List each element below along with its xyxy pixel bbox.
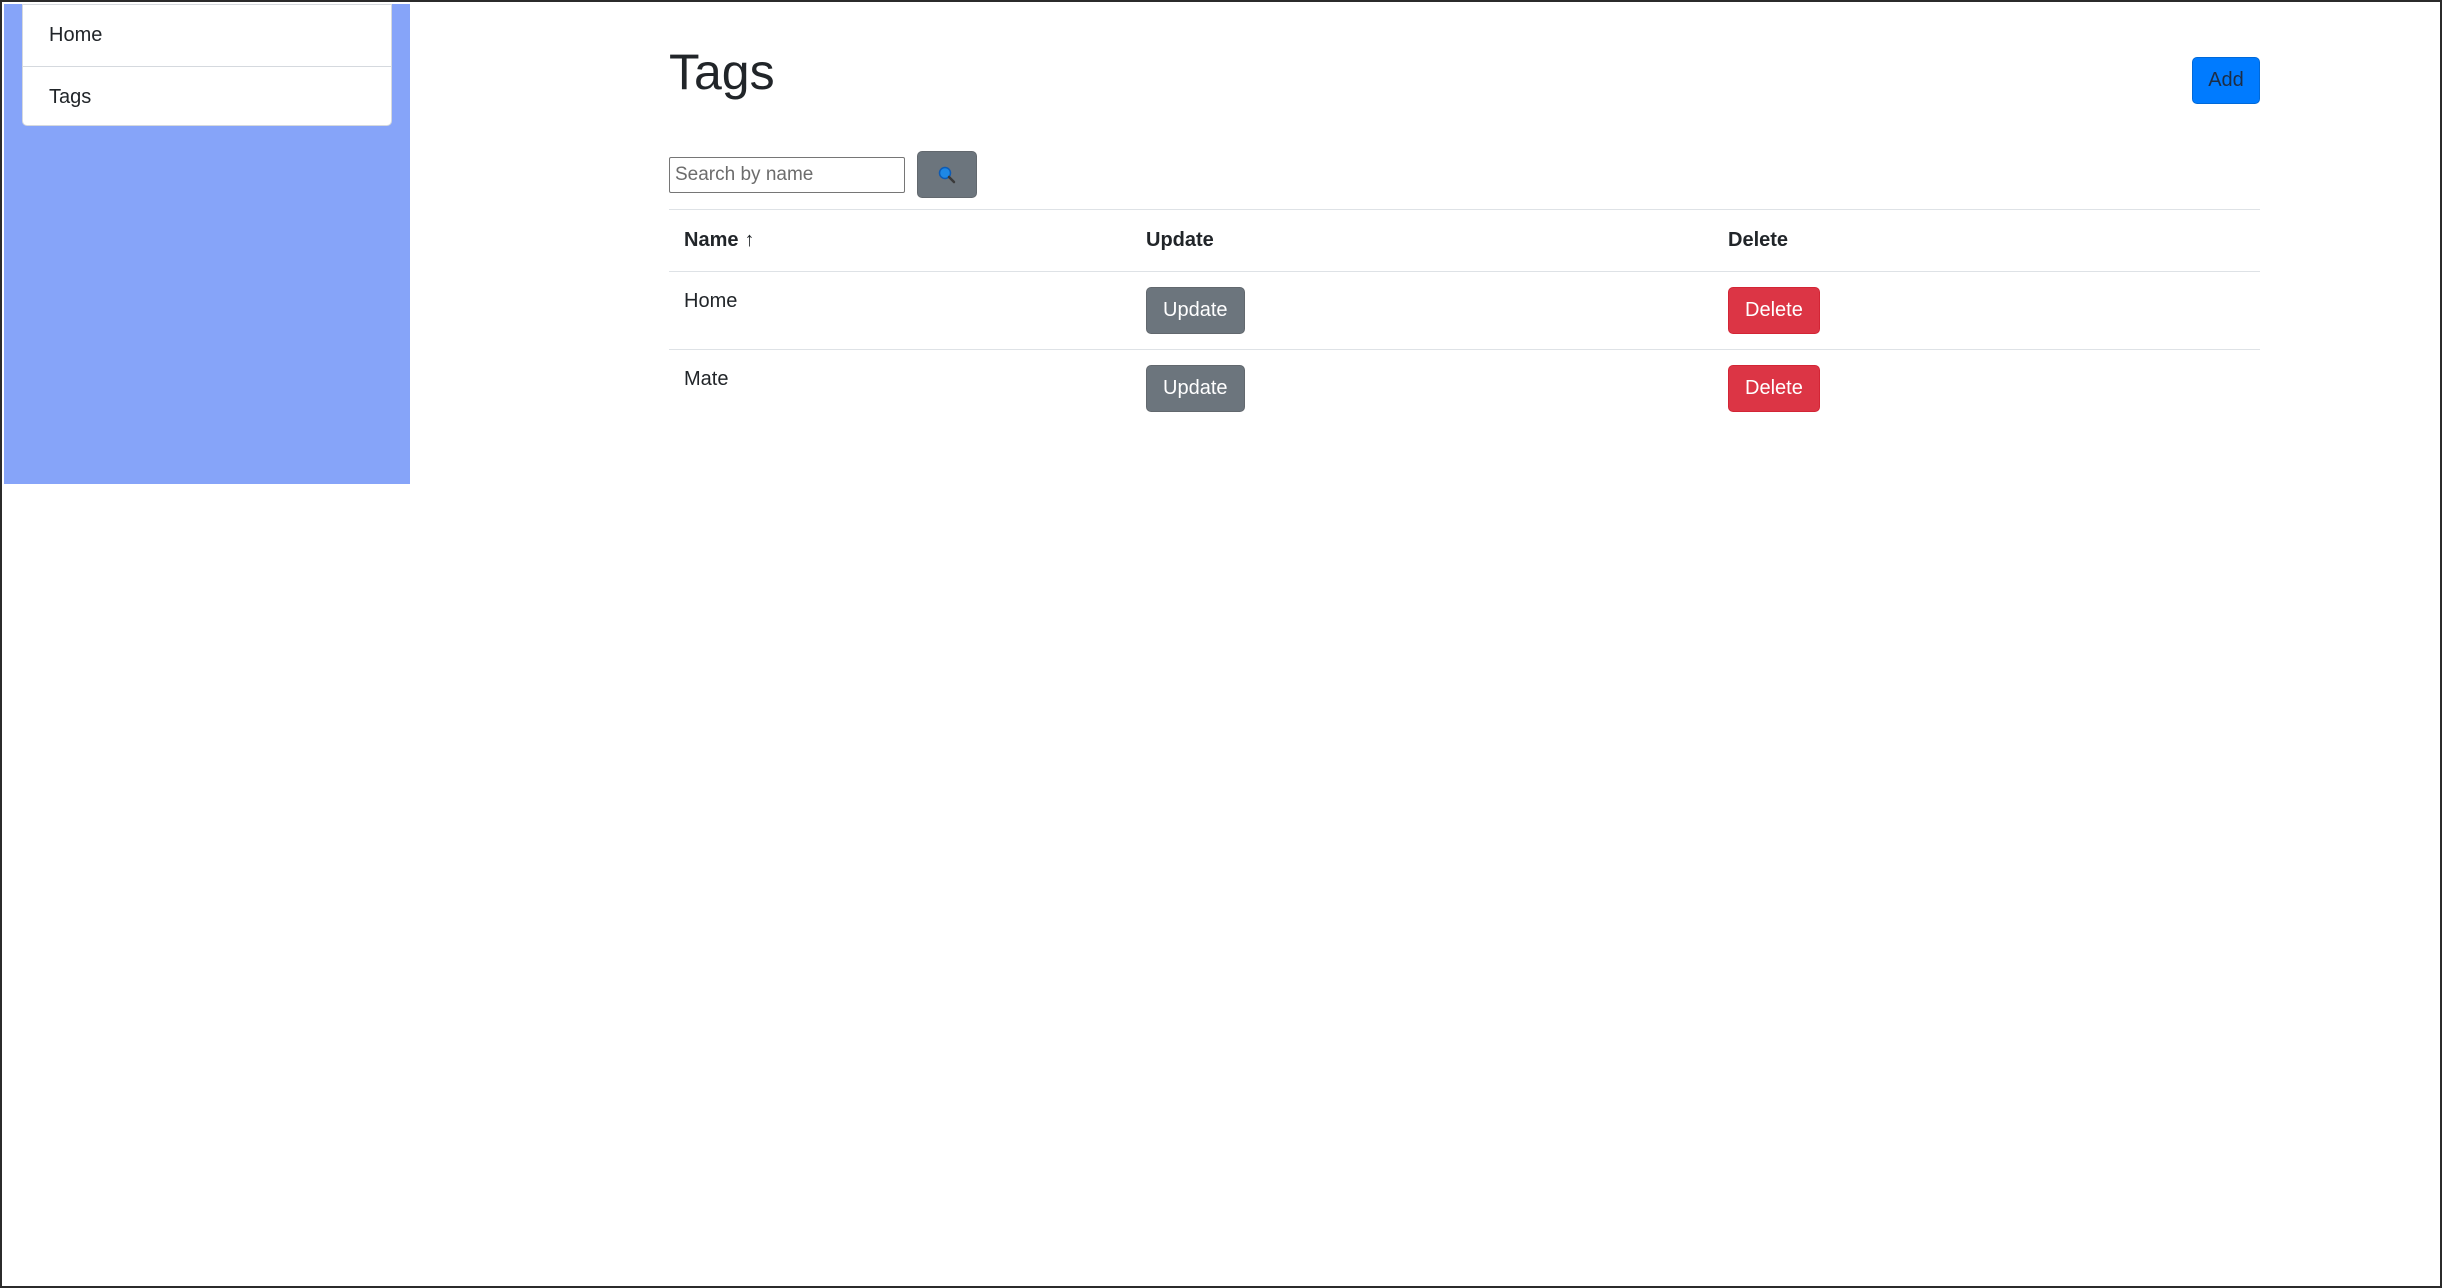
tag-name-cell: Mate [669,349,1131,428]
search-button[interactable] [917,151,977,198]
app-window: Home Tags Tags Add Name↑ Update Delete H… [0,0,2442,1288]
column-header-name[interactable]: Name ↑ [669,209,1131,272]
delete-button[interactable]: Delete [1728,287,1820,334]
table-row: Home Update Delete [669,271,2260,350]
update-cell: Update [1131,271,1713,350]
delete-button[interactable]: Delete [1728,365,1820,412]
column-header-delete: Delete [1713,209,2260,272]
sidebar-item-tags[interactable]: Tags [23,66,391,127]
update-button[interactable]: Update [1146,287,1245,334]
update-button[interactable]: Update [1146,365,1245,412]
delete-cell: Delete [1713,271,2260,350]
sidebar: Home Tags [4,4,410,484]
delete-cell: Delete [1713,349,2260,428]
column-header-name-label: Name [684,229,739,251]
column-header-update: Update [1131,209,1713,272]
tag-name-cell: Home [669,271,1131,350]
add-button[interactable]: Add [2192,57,2260,104]
search-input[interactable] [669,157,905,193]
sort-ascending-icon: ↑ [744,229,755,251]
update-cell: Update [1131,349,1713,428]
table-row: Mate Update Delete [669,349,2260,428]
sidebar-nav: Home Tags [22,4,392,126]
search-icon [938,166,956,183]
page-title: Tags [669,44,775,100]
table-header-row: Name ↑ Update Delete [669,209,2260,272]
sidebar-item-home[interactable]: Home [23,5,391,66]
tags-table: Name ↑ Update Delete Home Update Delete M… [669,209,2260,428]
